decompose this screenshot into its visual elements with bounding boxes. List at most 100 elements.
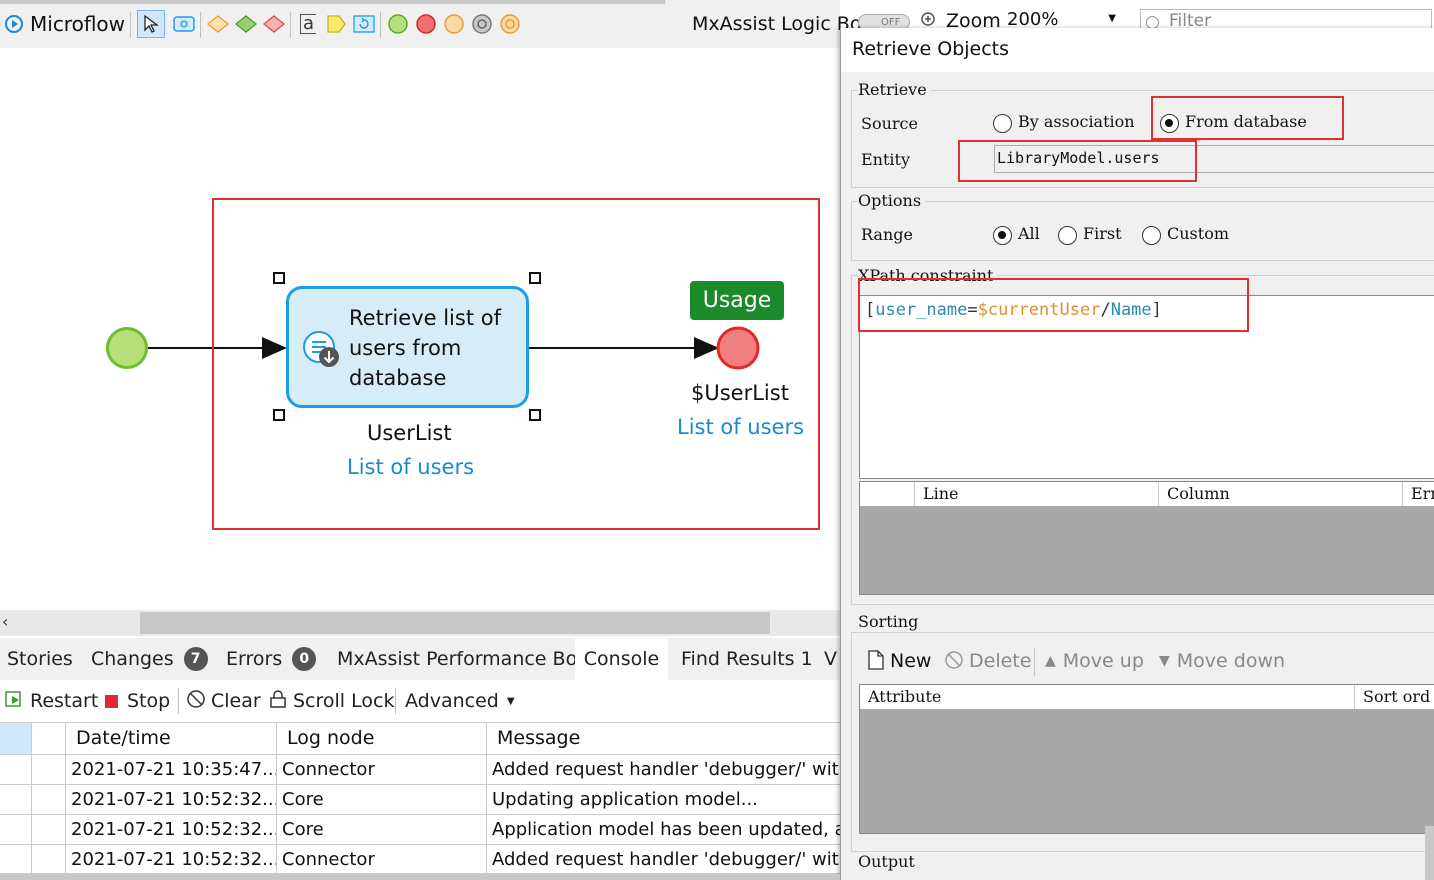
sort-move-up-button[interactable]: ▲ Move up bbox=[1045, 650, 1144, 672]
merge-icon[interactable] bbox=[262, 12, 286, 36]
triangle-down-icon: ▼ bbox=[1159, 653, 1170, 669]
scroll-lock-label: Scroll Lock bbox=[293, 690, 395, 712]
zoom-in-icon[interactable] bbox=[920, 11, 938, 29]
activity-caption-line: Retrieve list of bbox=[349, 306, 501, 330]
stop-button[interactable]: Stop bbox=[105, 680, 170, 722]
advanced-label: Advanced bbox=[405, 690, 499, 712]
end-return-type[interactable]: List of users bbox=[677, 415, 804, 439]
clear-button[interactable]: Clear bbox=[186, 680, 261, 722]
tab-overflow[interactable]: V bbox=[824, 638, 840, 680]
sort-items-grid[interactable]: Attribute Sort ord bbox=[859, 684, 1434, 834]
cell-message: Updating application model... bbox=[492, 789, 758, 810]
row-selector bbox=[0, 815, 32, 845]
table-row[interactable]: 2021-07-21 10:52:32.... Connector Added … bbox=[0, 844, 840, 875]
tab-errors[interactable]: Errors 0 bbox=[226, 638, 317, 680]
resize-handle[interactable] bbox=[529, 272, 541, 284]
start-event[interactable] bbox=[105, 326, 149, 370]
column-header-datetime[interactable]: Date/time bbox=[66, 723, 277, 754]
radio-label: All bbox=[1018, 224, 1040, 243]
column-header-message[interactable]: Message bbox=[487, 723, 840, 754]
cell-message: Added request handler 'debugger/' with bbox=[492, 759, 840, 780]
toolbar-separator bbox=[1034, 648, 1035, 676]
resize-handle[interactable] bbox=[273, 409, 285, 421]
scrollbar-thumb[interactable] bbox=[140, 612, 770, 634]
new-label: New bbox=[890, 650, 932, 672]
microflow-canvas[interactable]: Retrieve list of users from database Use… bbox=[0, 48, 840, 608]
xpath-bracket: ] bbox=[1151, 300, 1162, 320]
scroll-lock-button[interactable]: Scroll Lock bbox=[268, 680, 394, 722]
scroll-left-arrow-icon[interactable]: ‹ bbox=[2, 612, 8, 631]
xpath-expression: [user_name=$currentUser/Name] bbox=[865, 300, 1162, 320]
end-return-variable: $UserList bbox=[691, 381, 789, 405]
tab-performance-bot[interactable]: MxAssist Performance Bot bbox=[337, 638, 585, 680]
tab-console[interactable]: Console bbox=[575, 638, 668, 680]
triangle-up-icon: ▲ bbox=[1045, 653, 1056, 669]
activity-tool-icon[interactable] bbox=[172, 12, 196, 36]
column-header-sort-order[interactable]: Sort ord bbox=[1355, 685, 1434, 709]
xpath-member: Name bbox=[1110, 300, 1152, 320]
annotation-icon[interactable]: a bbox=[296, 12, 320, 36]
retrieve-group-label: Retrieve bbox=[858, 80, 931, 99]
cell-datetime: 2021-07-21 10:35:47.... bbox=[66, 755, 277, 785]
column-header-line[interactable]: Line bbox=[915, 482, 1159, 506]
tab-label: V bbox=[824, 648, 837, 670]
table-row[interactable]: 2021-07-21 10:52:32.... Core Application… bbox=[0, 814, 840, 845]
resize-handle[interactable] bbox=[529, 409, 541, 421]
tab-changes[interactable]: Changes 7 bbox=[91, 638, 208, 680]
table-row[interactable]: 2021-07-21 10:35:47.... Connector Added … bbox=[0, 754, 840, 785]
end-event-icon[interactable] bbox=[414, 12, 438, 36]
error-event-icon[interactable] bbox=[442, 12, 466, 36]
radio-button bbox=[1142, 226, 1161, 245]
vertical-scrollbar[interactable] bbox=[1425, 826, 1434, 880]
loop-icon[interactable] bbox=[352, 12, 376, 36]
activity-output-type[interactable]: List of users bbox=[347, 455, 474, 479]
tab-stories[interactable]: Stories bbox=[7, 638, 73, 680]
pointer-tool-icon[interactable] bbox=[137, 10, 165, 38]
break-event-icon[interactable] bbox=[470, 12, 494, 36]
sort-new-button[interactable]: New bbox=[868, 650, 931, 675]
entity-field[interactable]: LibraryModel.users bbox=[994, 145, 1434, 173]
restart-button[interactable]: Restart bbox=[4, 680, 98, 722]
horizontal-scrollbar[interactable]: ‹ bbox=[0, 610, 840, 636]
advanced-dropdown[interactable]: Advanced ▼ bbox=[405, 680, 515, 722]
column-header-log-node[interactable]: Log node bbox=[277, 723, 487, 754]
tab-label: Find Results 1 bbox=[681, 648, 813, 670]
column-header-attribute[interactable]: Attribute bbox=[860, 685, 1355, 709]
column-header-error[interactable]: Err bbox=[1403, 482, 1434, 506]
cell-datetime: 2021-07-21 10:52:32.... bbox=[66, 815, 277, 845]
errors-grid-corner bbox=[860, 482, 915, 506]
tab-find-results[interactable]: Find Results 1 bbox=[681, 638, 813, 680]
cell-log-node: Connector bbox=[277, 845, 487, 875]
exclusive-split-icon[interactable] bbox=[206, 12, 230, 36]
sort-move-down-button[interactable]: ▼ Move down bbox=[1159, 650, 1285, 672]
toolbar-separator bbox=[380, 12, 381, 38]
clear-icon bbox=[186, 689, 206, 714]
toolbar-separator bbox=[290, 12, 291, 38]
column-header-column[interactable]: Column bbox=[1159, 482, 1403, 506]
table-row[interactable]: 2021-07-21 10:52:32.... Core Updating ap… bbox=[0, 784, 840, 815]
resize-handle[interactable] bbox=[273, 272, 285, 284]
retrieve-activity[interactable]: Retrieve list of users from database bbox=[286, 286, 529, 408]
row-spacer bbox=[32, 785, 66, 815]
cell-log-node: Core bbox=[277, 785, 487, 815]
entity-label: Entity bbox=[861, 150, 910, 169]
cell-datetime: 2021-07-21 10:52:32.... bbox=[66, 785, 277, 815]
end-event[interactable] bbox=[715, 325, 761, 371]
toolbar-separator bbox=[130, 12, 131, 38]
xpath-editor[interactable]: [user_name=$currentUser/Name] bbox=[859, 295, 1434, 479]
continue-event-icon[interactable] bbox=[498, 12, 522, 36]
activity-output-variable: UserList bbox=[367, 421, 452, 445]
usage-badge[interactable]: Usage bbox=[690, 281, 784, 320]
inheritance-split-icon[interactable] bbox=[234, 12, 258, 36]
activity-caption-line: database bbox=[349, 366, 447, 390]
cell-log-node: Core bbox=[277, 815, 487, 845]
parameter-icon[interactable] bbox=[324, 12, 348, 36]
xpath-group-label: XPath constraint bbox=[858, 266, 998, 285]
console-toolbar: Restart Stop Clear Scroll Lock Advanced … bbox=[0, 680, 840, 722]
sort-delete-button[interactable]: Delete bbox=[944, 650, 1031, 675]
xpath-operator: = bbox=[967, 300, 978, 320]
activity-caption: Retrieve list of users from database bbox=[349, 303, 501, 393]
microflow-toolbar: Microflow a MxAssist Logic Bot bbox=[0, 0, 869, 48]
row-selector bbox=[0, 755, 32, 785]
start-event-icon[interactable] bbox=[386, 12, 410, 36]
